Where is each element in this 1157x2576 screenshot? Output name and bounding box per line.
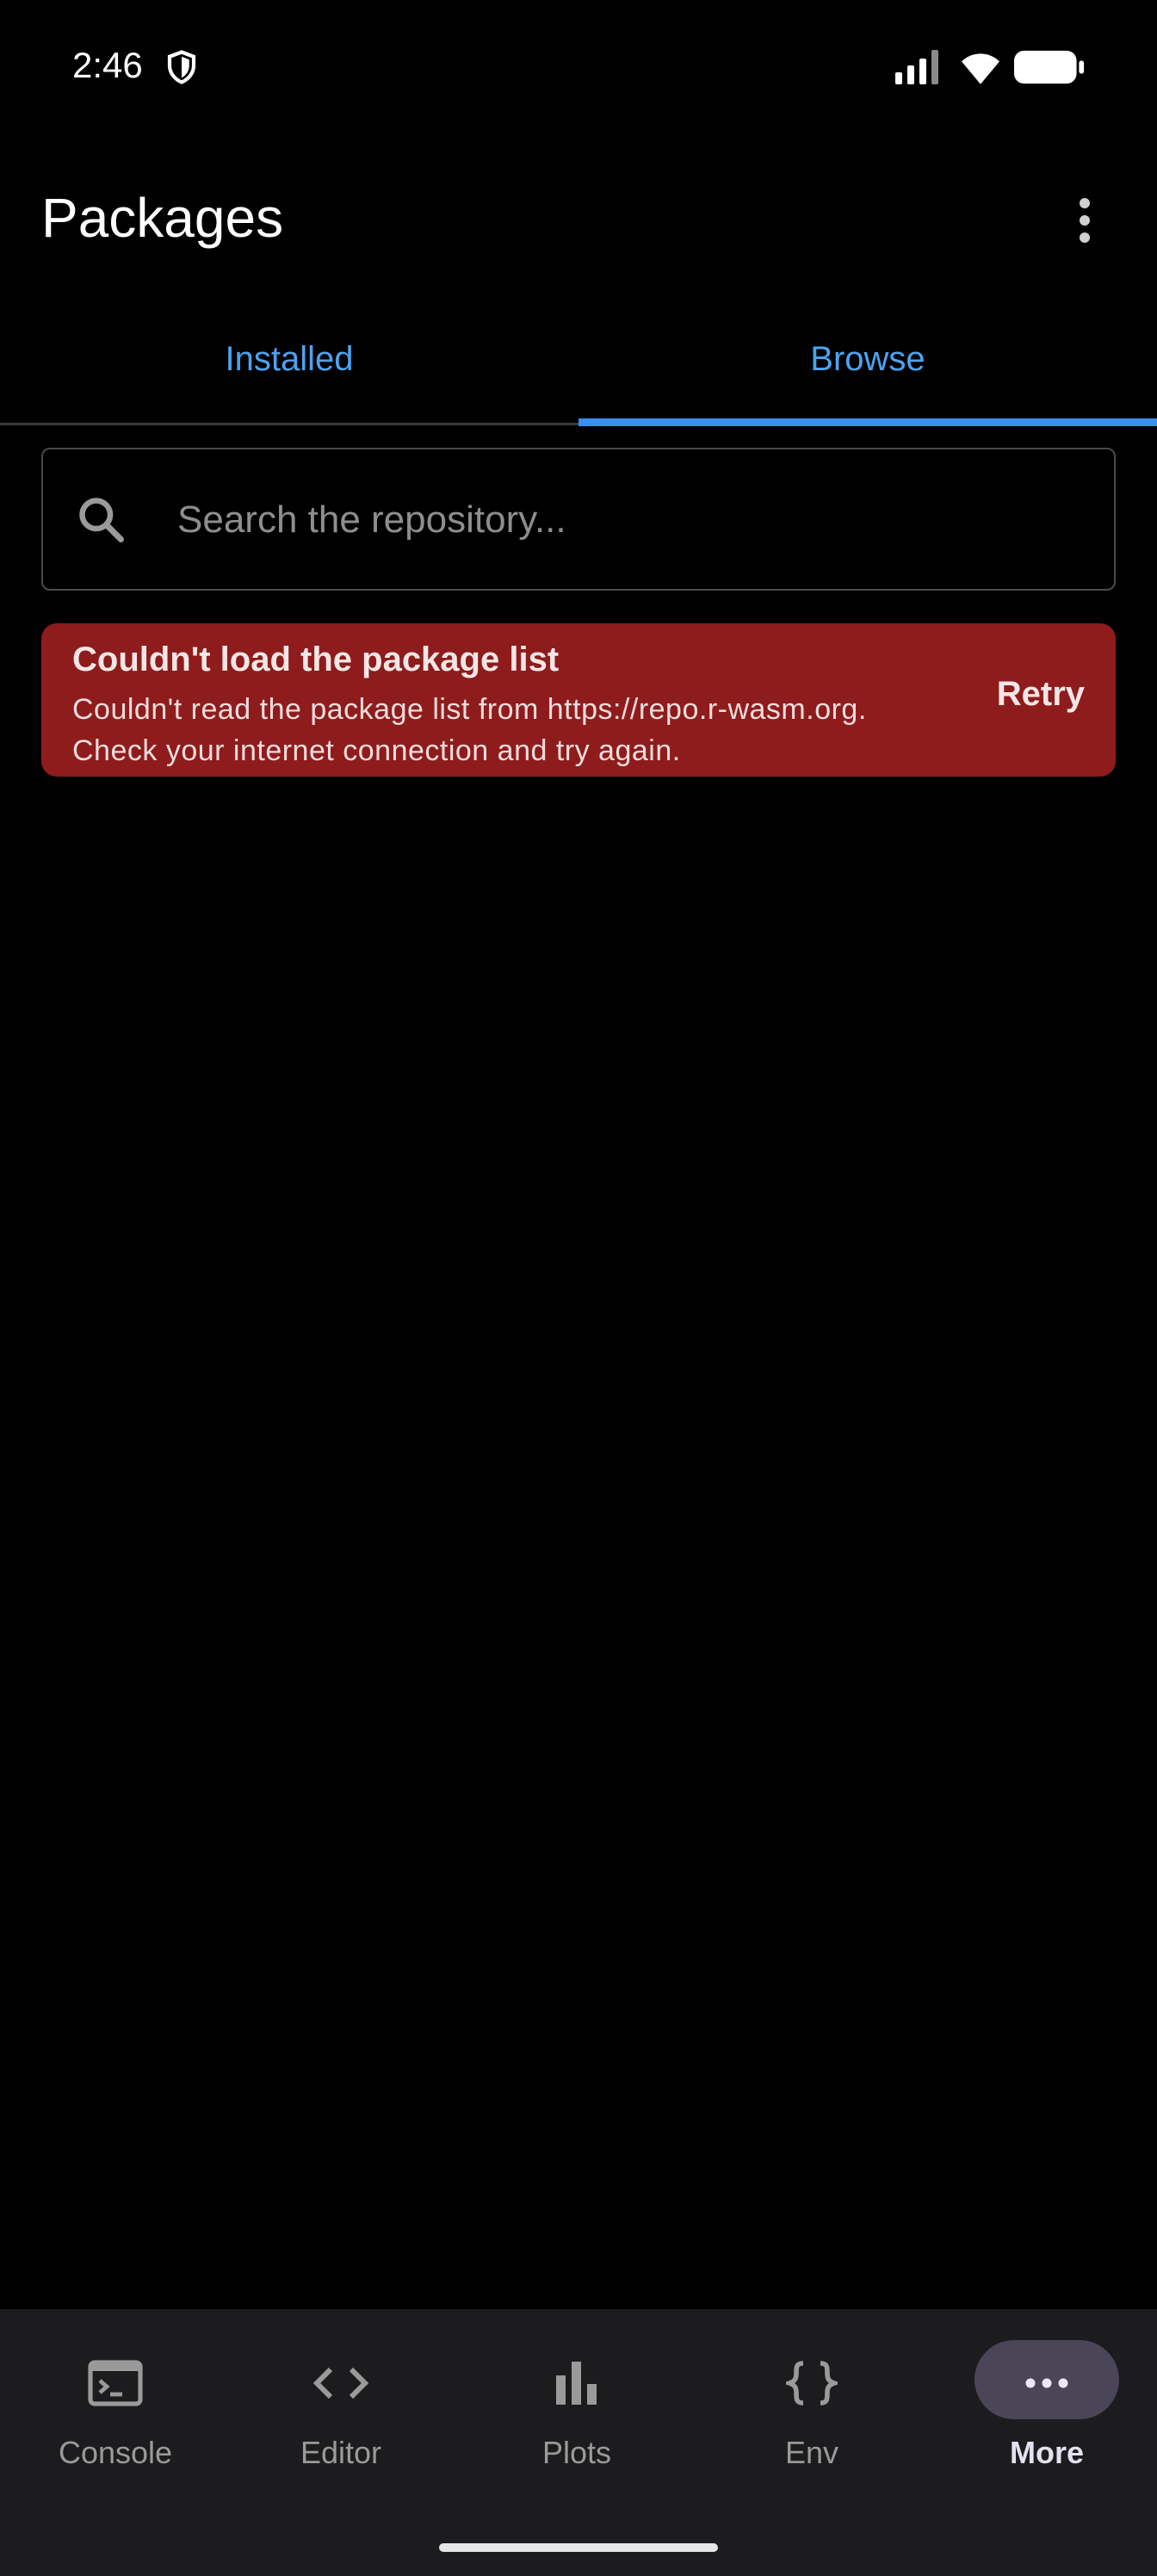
code-icon — [310, 2352, 372, 2414]
nav-item-env[interactable]: Env — [696, 2309, 927, 2499]
tab-indicator — [578, 418, 1157, 426]
search-field[interactable] — [41, 448, 1116, 591]
nav-item-editor[interactable]: Editor — [226, 2309, 456, 2499]
error-message-line-1: Couldn't read the package list from http… — [72, 693, 867, 726]
search-input[interactable] — [176, 449, 1092, 591]
error-title: Couldn't load the package list — [72, 641, 560, 678]
tab-browse[interactable]: Browse — [578, 319, 1157, 425]
nav-item-plots[interactable]: Plots — [461, 2309, 692, 2499]
wifi-icon — [962, 53, 999, 84]
status-bar: 2:46 — [0, 0, 1157, 138]
bottom-navigation: Console Editor Plots Env More — [0, 2309, 1157, 2576]
status-time: 2:46 — [72, 45, 143, 85]
error-message-line-2: Check your internet connection and try a… — [72, 734, 681, 767]
nav-label-plots: Plots — [541, 2435, 612, 2470]
nav-item-console[interactable]: Console — [0, 2309, 231, 2499]
more-vertical-icon — [1080, 198, 1090, 243]
battery-icon — [1014, 50, 1085, 84]
error-banner: Couldn't load the package list Couldn't … — [41, 623, 1116, 777]
tab-installed[interactable]: Installed — [0, 319, 578, 425]
retry-button[interactable]: Retry — [997, 675, 1085, 714]
nav-label-env: Env — [784, 2435, 839, 2470]
terminal-icon — [84, 2352, 146, 2414]
nav-item-more[interactable]: More — [931, 2309, 1157, 2499]
overflow-menu-button[interactable] — [1059, 191, 1111, 250]
nav-label-more: More — [1009, 2435, 1084, 2470]
home-indicator[interactable] — [439, 2543, 718, 2552]
nav-label-console: Console — [58, 2435, 173, 2470]
more-horizontal-icon — [1016, 2352, 1078, 2414]
signal-icon — [895, 50, 938, 84]
shield-icon — [167, 50, 196, 84]
search-icon — [79, 498, 124, 542]
nav-label-editor: Editor — [300, 2435, 382, 2470]
bar-chart-icon — [546, 2352, 608, 2414]
page-title: Packages — [41, 187, 284, 249]
tab-bar: Installed Browse — [0, 319, 1157, 425]
error-message: Couldn't read the package list from http… — [72, 689, 1002, 771]
braces-icon — [781, 2352, 843, 2414]
